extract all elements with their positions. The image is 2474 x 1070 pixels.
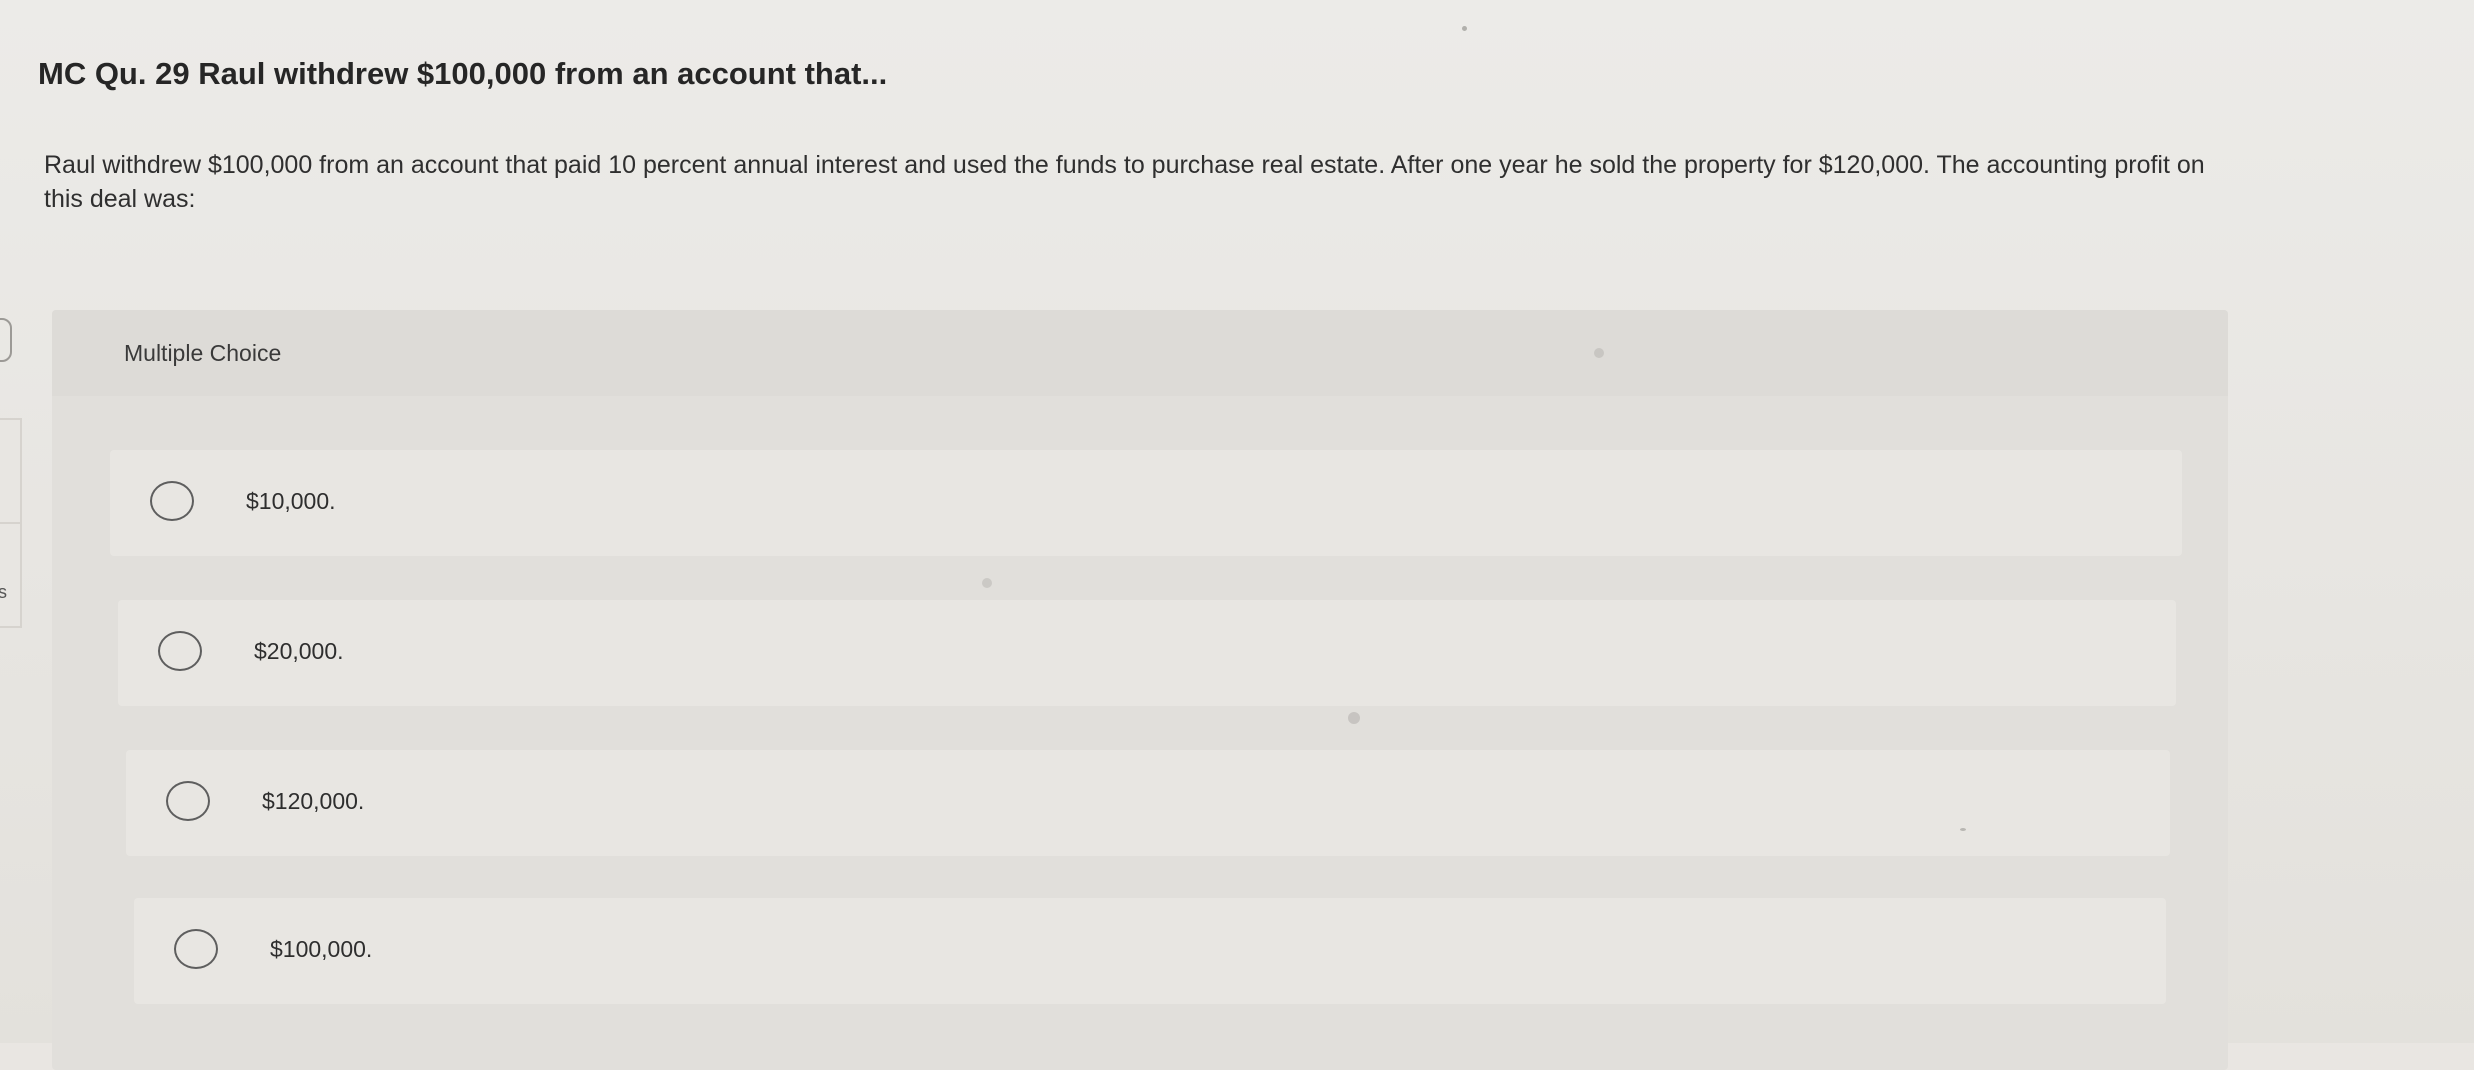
answer-option-label: $20,000. — [254, 638, 344, 664]
multiple-choice-label: Multiple Choice — [124, 340, 282, 366]
answer-option[interactable]: $20,000. — [118, 600, 2176, 706]
screen-speck — [1348, 712, 1360, 724]
answer-option-label: $10,000. — [246, 488, 336, 514]
question-title: MC Qu. 29 Raul withdrew $100,000 from an… — [38, 56, 888, 91]
page: s MC Qu. 29 Raul withdrew $100,000 from … — [0, 0, 2474, 1070]
answer-option[interactable]: $100,000. — [134, 898, 2166, 1004]
question-text: Raul withdrew $100,000 from an account t… — [44, 151, 2205, 213]
answer-option[interactable]: $10,000. — [110, 450, 2182, 556]
radio-unchecked-icon[interactable] — [166, 781, 210, 821]
screen-speck — [1594, 348, 1604, 358]
answer-option[interactable]: $120,000. — [126, 750, 2170, 856]
screen-speck — [982, 578, 992, 588]
side-panel-text-fragment: s — [0, 582, 7, 602]
collapsed-panel-toggle[interactable] — [0, 318, 12, 362]
multiple-choice-container: Multiple Choice $10,000. $20,000. $120,0… — [52, 310, 2228, 1070]
side-panel-divider — [0, 522, 20, 524]
screen-speck — [1462, 26, 1467, 31]
multiple-choice-header: Multiple Choice — [52, 310, 2228, 396]
radio-unchecked-icon[interactable] — [174, 929, 218, 969]
radio-unchecked-icon[interactable] — [158, 631, 202, 671]
answer-option-label: $100,000. — [270, 936, 373, 962]
screen-speck — [1960, 828, 1966, 831]
answer-option-label: $120,000. — [262, 788, 365, 814]
radio-unchecked-icon[interactable] — [150, 481, 194, 521]
